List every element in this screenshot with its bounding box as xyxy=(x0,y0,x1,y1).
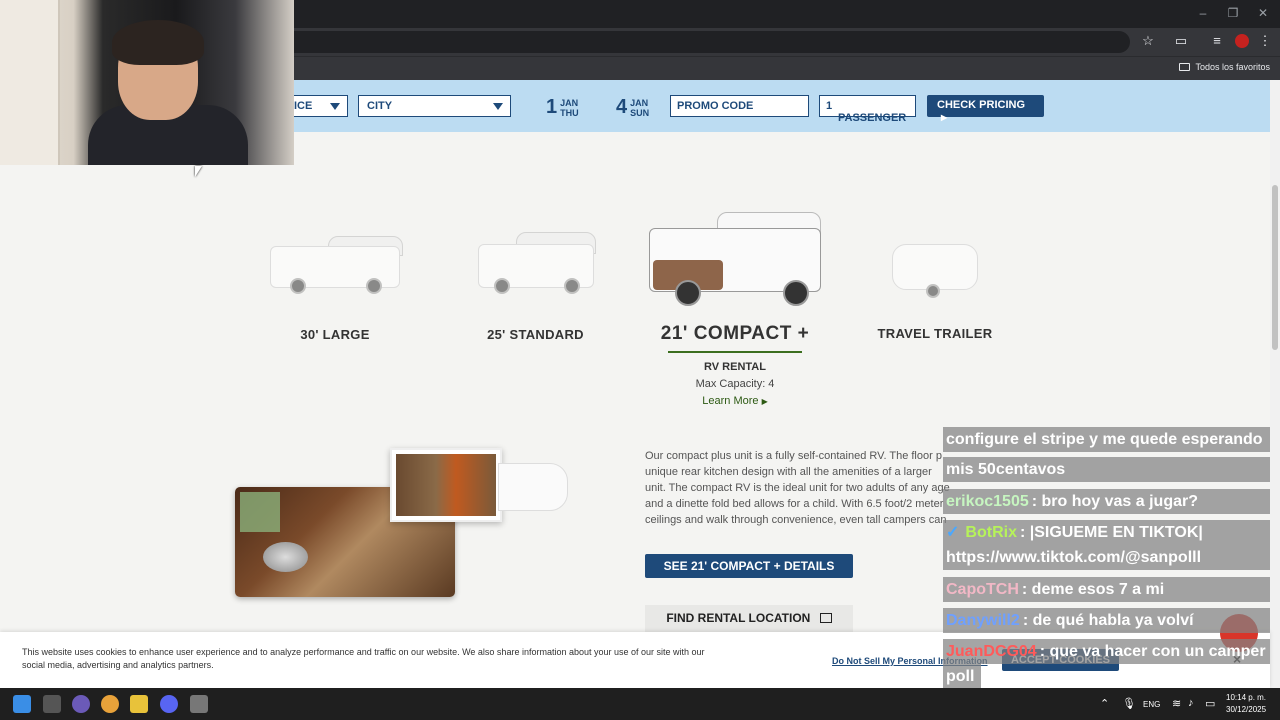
rv-option-30-large[interactable]: 30' LARGE xyxy=(265,232,405,342)
rv-21-sub: RV RENTAL xyxy=(704,361,766,373)
floorplan-image xyxy=(390,448,502,522)
badge-icon: ✓ xyxy=(946,524,960,541)
chat-line: erikoc1505: bro hoy vas a jugar? xyxy=(943,489,1270,514)
chat-line: ✓ BotRix: |SIGUEME EN TIKTOK| xyxy=(943,520,1270,545)
clock-date[interactable]: 30/12/2025 xyxy=(1226,705,1266,714)
chat-username: JuanDCG04 xyxy=(946,643,1037,660)
rv-description: Our compact plus unit is a fully self-co… xyxy=(645,450,950,526)
learn-more-label: Learn More xyxy=(702,395,759,407)
menu-kebab-icon[interactable]: ⋮ xyxy=(1256,33,1274,49)
file-explorer-icon[interactable] xyxy=(130,695,148,713)
windows-start-icon[interactable] xyxy=(13,695,31,713)
scrollbar-thumb[interactable] xyxy=(1272,185,1278,350)
chevron-down-icon xyxy=(493,103,503,110)
battery-icon[interactable]: ▭ xyxy=(1205,697,1215,710)
restore-icon[interactable]: ❐ xyxy=(1218,6,1248,20)
chat-username: erikoc1505 xyxy=(946,493,1029,510)
rv-21-image xyxy=(647,210,823,310)
cookie-text: This website uses cookies to enhance use… xyxy=(22,647,705,670)
rv-cab-topview-image xyxy=(498,463,568,511)
rv-21-label: 21' COMPACT + xyxy=(660,323,810,344)
dropoff-date[interactable]: 4 JAN SUN xyxy=(616,96,649,119)
rv-25-label: 25' STANDARD xyxy=(487,327,584,342)
check-pricing-label: CHECK PRICING xyxy=(937,99,1026,111)
pickup-date[interactable]: 1 JAN THU xyxy=(546,96,579,119)
chat-line: https://www.tiktok.com/@sanpolll xyxy=(943,545,1270,570)
app-icon[interactable] xyxy=(190,695,208,713)
rv-trailer-label: TRAVEL TRAILER xyxy=(877,326,993,341)
passenger-label: PASSENGER xyxy=(838,112,907,124)
type-select-value: ICE xyxy=(294,100,313,112)
chrome-icon[interactable] xyxy=(101,695,119,713)
check-pricing-button[interactable]: CHECK PRICING ▶ xyxy=(927,95,1044,122)
rv-30-label: 30' LARGE xyxy=(300,327,370,342)
city-select-value: CITY xyxy=(367,100,393,112)
map-icon xyxy=(819,613,832,623)
folder-icon xyxy=(1179,63,1191,71)
dropoff-month: JAN xyxy=(630,97,649,108)
wifi-icon[interactable]: ≋ xyxy=(1172,697,1181,710)
volume-icon[interactable]: ♪ xyxy=(1188,697,1194,709)
play-arrow-icon: ▶ xyxy=(941,113,948,122)
find-location-label: FIND RENTAL LOCATION xyxy=(666,611,811,625)
promo-code-input[interactable]: PROMO CODE xyxy=(670,95,809,117)
pickup-month: JAN xyxy=(560,97,579,108)
rv-option-travel-trailer[interactable]: TRAVEL TRAILER xyxy=(870,240,1000,341)
bookmark-star-icon[interactable]: ☆ xyxy=(1139,33,1157,49)
windows-taskbar: ⌃ 🎙 ENG ≋ ♪ ▭ 10:14 p. m. 30/12/2025 xyxy=(0,688,1280,720)
chat-line: CapoTCH: deme esos 7 a mi xyxy=(943,577,1270,602)
dropoff-day: 4 xyxy=(616,96,628,118)
all-bookmarks-label: Todos los favoritos xyxy=(1195,62,1270,72)
discord-icon[interactable] xyxy=(160,695,178,713)
stream-chat-overlay: configure el stripe y me quede esperando… xyxy=(943,427,1270,689)
pickup-weekday: THU xyxy=(560,107,579,118)
rv-option-25-standard[interactable]: 25' STANDARD xyxy=(468,230,603,342)
chat-username: Danywill2 xyxy=(946,612,1020,629)
microphone-icon[interactable]: 🎙 xyxy=(1122,697,1136,710)
mouse-cursor-icon xyxy=(195,166,202,177)
chat-line: JuanDCG04: que va hacer con un camper xyxy=(943,639,1270,664)
chat-username: CapoTCH xyxy=(946,581,1019,598)
chat-line: configure el stripe y me quede esperando xyxy=(943,427,1270,452)
passenger-select[interactable]: 1 PASSENGER xyxy=(819,95,916,124)
dropoff-weekday: SUN xyxy=(630,107,650,118)
rv-25-image xyxy=(476,230,596,297)
chat-line: mis 50centavos xyxy=(943,457,1270,482)
media-control-icon[interactable]: ≡ xyxy=(1208,33,1226,48)
promo-code-placeholder: PROMO CODE xyxy=(677,100,754,112)
pickup-day: 1 xyxy=(546,96,558,118)
find-location-button[interactable]: FIND RENTAL LOCATION xyxy=(645,605,853,632)
webcam-overlay xyxy=(0,0,294,165)
see-details-button[interactable]: SEE 21' COMPACT + DETAILS xyxy=(645,554,853,578)
learn-more-link[interactable]: Learn More ▶ xyxy=(645,395,825,407)
type-select[interactable]: ICE xyxy=(285,95,348,117)
chat-line: poll xyxy=(943,664,981,689)
rv-21-capacity: Max Capacity: 4 xyxy=(695,378,775,390)
play-arrow-icon: ▶ xyxy=(761,397,768,406)
close-window-icon[interactable]: ✕ xyxy=(1248,6,1278,20)
chevron-down-icon xyxy=(330,103,340,110)
active-underline xyxy=(668,351,802,353)
rv-30-image xyxy=(268,232,403,297)
app-icon[interactable] xyxy=(72,695,90,713)
chevron-up-icon[interactable]: ⌃ xyxy=(1100,697,1109,710)
task-view-icon[interactable] xyxy=(43,695,61,713)
all-bookmarks-folder[interactable]: Todos los favoritos xyxy=(1179,62,1270,72)
language-indicator[interactable]: ENG xyxy=(1143,700,1160,709)
profile-avatar[interactable] xyxy=(1235,34,1249,48)
page-scrollbar[interactable] xyxy=(1270,80,1280,688)
rv-option-21-compact[interactable]: 21' COMPACT + RV RENTAL Max Capacity: 4 … xyxy=(645,210,825,407)
passenger-count: 1 xyxy=(826,100,833,112)
minimize-icon[interactable]: – xyxy=(1188,6,1218,20)
cast-icon[interactable]: ▭ xyxy=(1172,33,1190,49)
url-omnibox[interactable] xyxy=(260,31,1130,53)
chat-line: Danywill2: de qué habla ya volví xyxy=(943,608,1270,633)
rv-trailer-image xyxy=(890,240,980,298)
clock-time[interactable]: 10:14 p. m. xyxy=(1226,693,1266,702)
chat-username: BotRix xyxy=(965,524,1017,541)
city-select[interactable]: CITY xyxy=(358,95,511,117)
